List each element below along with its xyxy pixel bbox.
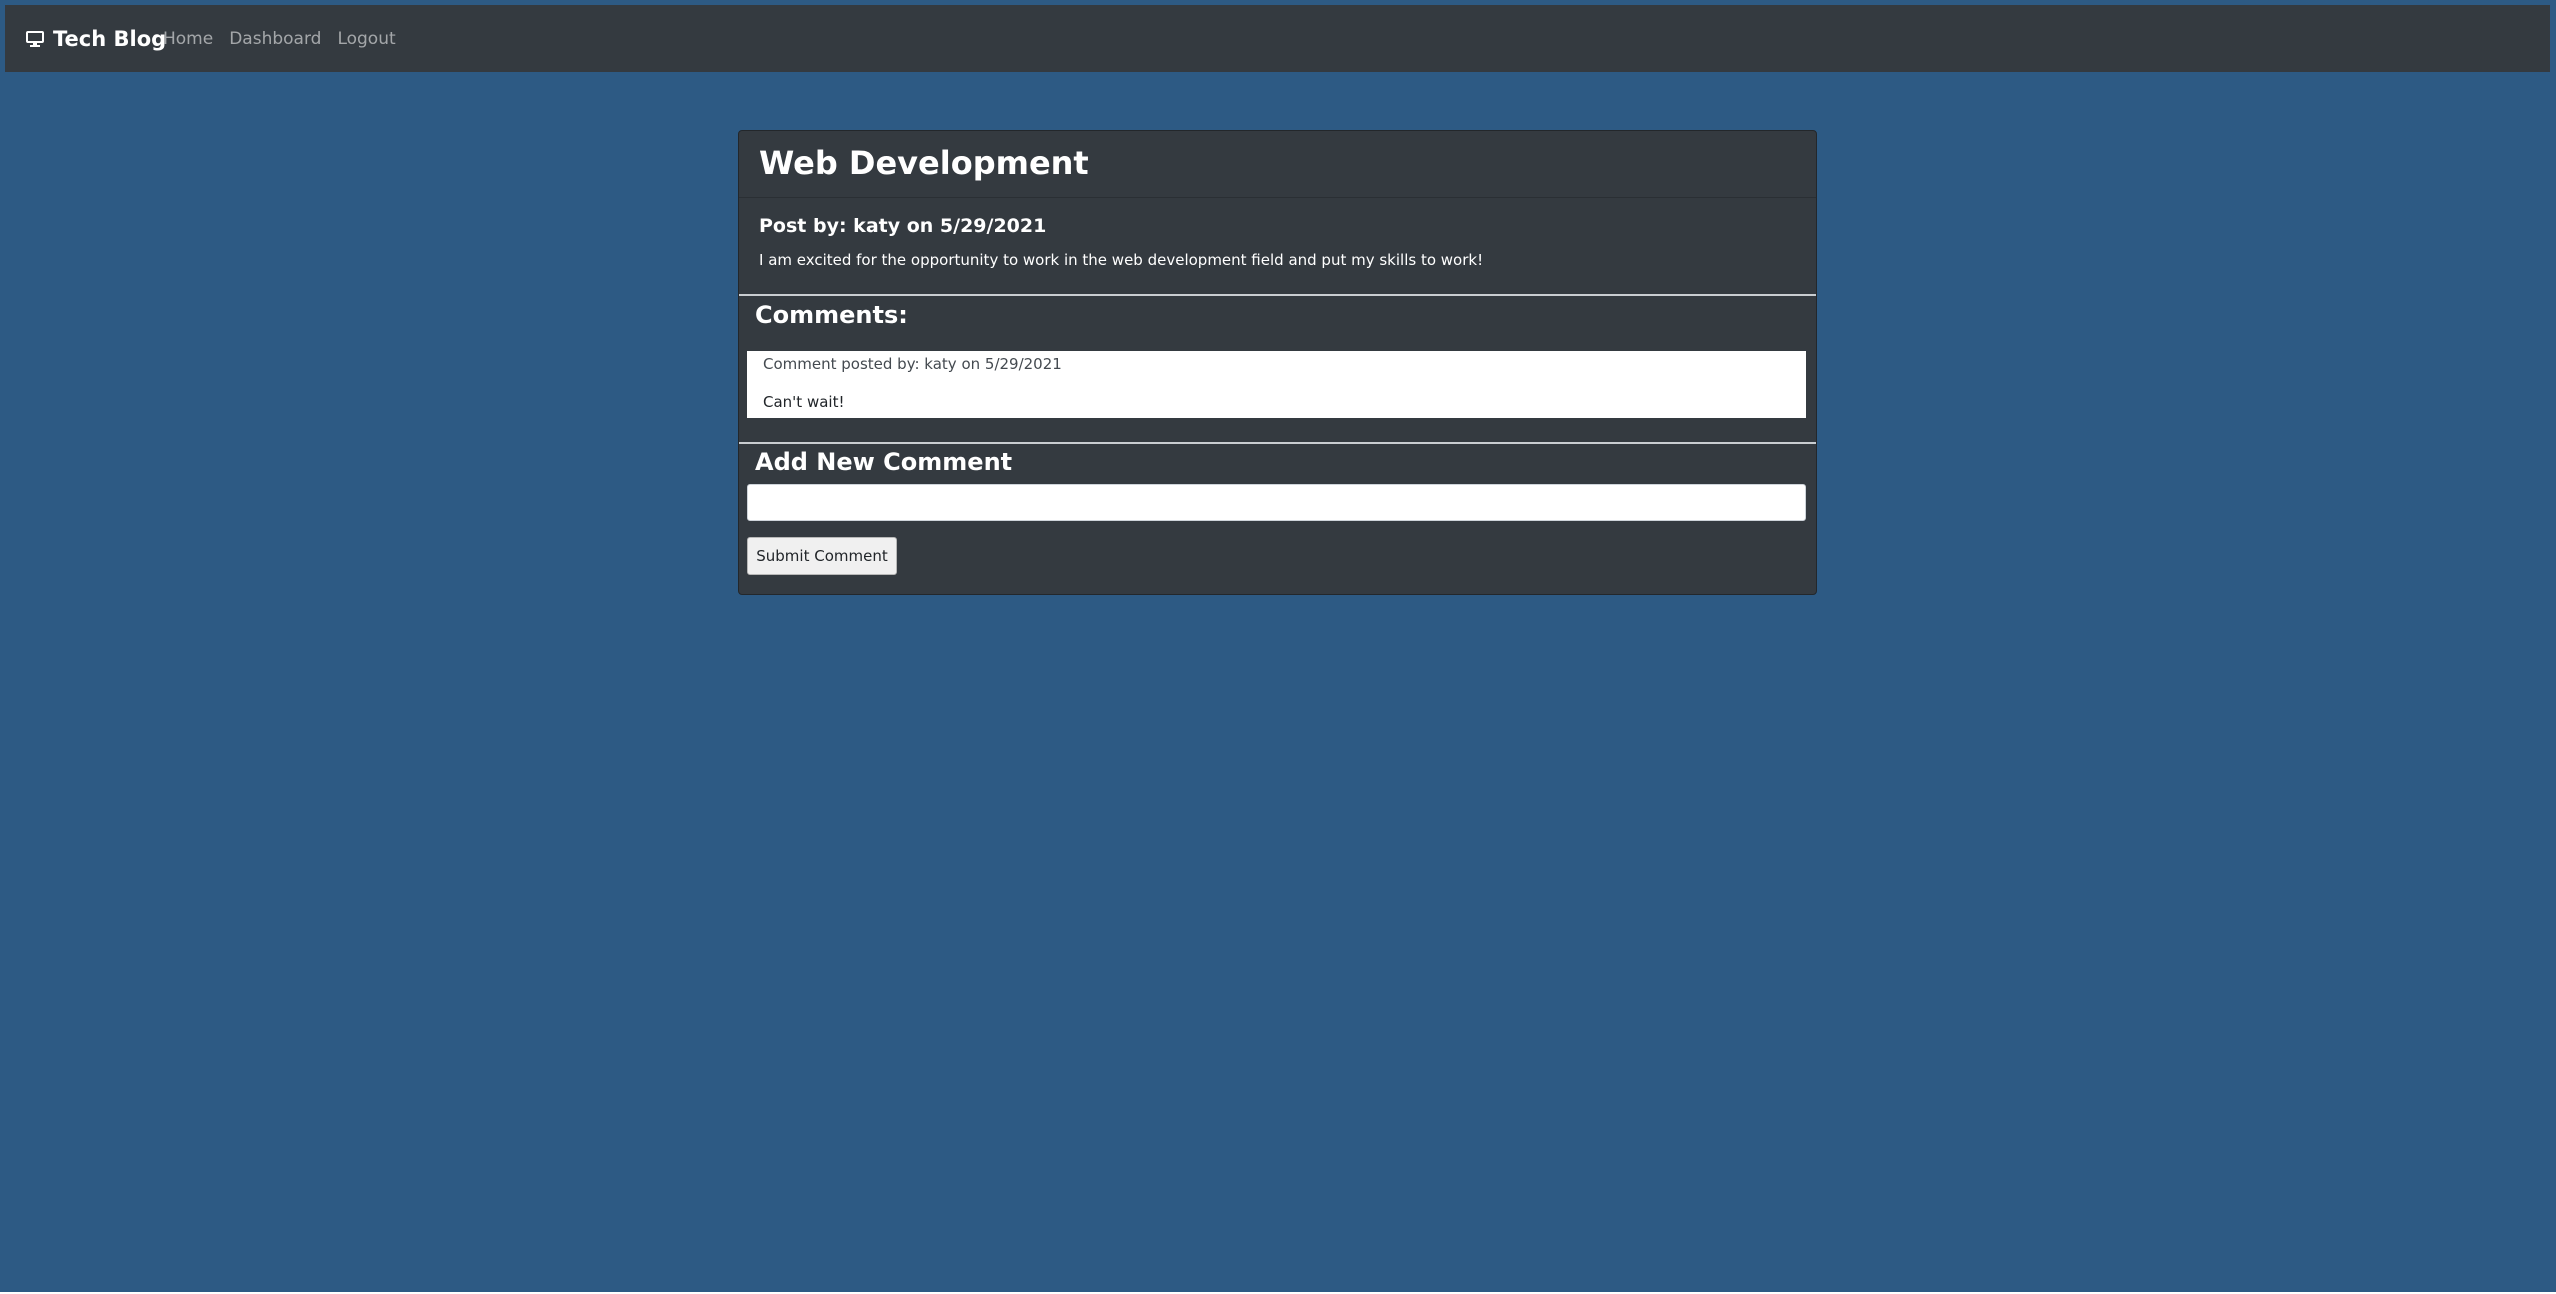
submit-comment-button[interactable]: Submit Comment <box>747 537 897 575</box>
new-comment-heading: Add New Comment <box>755 448 1013 476</box>
nav-link-home[interactable]: Home <box>163 29 213 49</box>
post-body: I am excited for the opportunity to work… <box>759 251 1484 269</box>
brand-link[interactable]: Tech Blog <box>25 5 166 72</box>
comments-divider <box>739 294 1816 296</box>
comment-text: Can't wait! <box>763 393 845 411</box>
nav-link-dashboard[interactable]: Dashboard <box>229 29 321 49</box>
page-background: Tech Blog Home Dashboard Logout Web Deve… <box>0 0 2556 1292</box>
brand-label: Tech Blog <box>53 26 167 51</box>
new-comment-divider <box>739 442 1816 444</box>
post-card: Web Development Post by: katy on 5/29/20… <box>738 130 1817 595</box>
navbar: Tech Blog Home Dashboard Logout <box>5 5 2550 72</box>
nav-link-logout[interactable]: Logout <box>337 29 395 49</box>
desktop-icon <box>25 29 45 49</box>
comment-input[interactable] <box>747 484 1806 521</box>
comment-meta: Comment posted by: katy on 5/29/2021 <box>763 355 1062 373</box>
post-title: Web Development <box>759 144 1089 182</box>
nav-links: Home Dashboard Logout <box>163 5 412 72</box>
comments-heading: Comments: <box>755 301 908 329</box>
comment-item: Comment posted by: katy on 5/29/2021 Can… <box>747 351 1806 418</box>
post-meta: Post by: katy on 5/29/2021 <box>759 215 1047 237</box>
post-card-header: Web Development <box>739 131 1816 198</box>
